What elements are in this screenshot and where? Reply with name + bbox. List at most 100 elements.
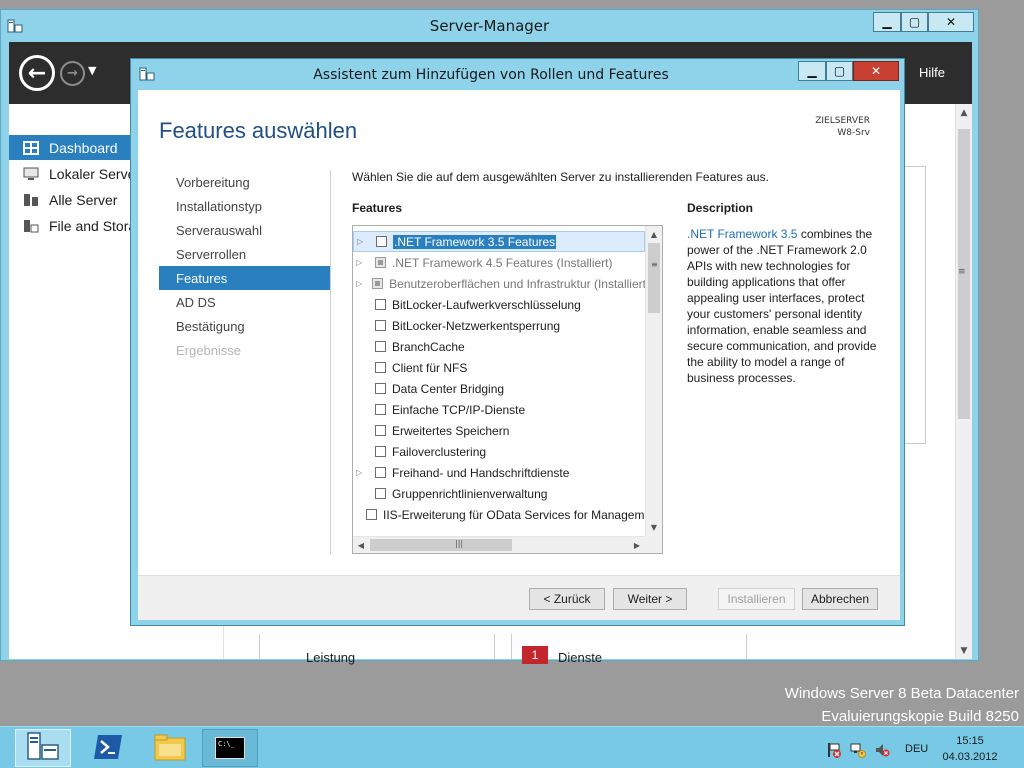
minimize-icon: ▁ <box>807 64 817 78</box>
sidebar-item-label: Dashboard <box>49 139 118 156</box>
input-language-indicator[interactable]: DEU <box>905 743 928 755</box>
clock-date[interactable]: 04.03.2012 <box>942 751 998 763</box>
sidebar-item-label: Alle Server <box>49 191 118 208</box>
action-center-flag-icon[interactable] <box>826 742 842 758</box>
maximize-button[interactable]: ▢ <box>901 12 928 32</box>
feature-list-item[interactable]: ▷ .NET Framework 3.5 Features <box>353 231 645 252</box>
feature-list-item[interactable]: Einfache TCP/IP-Dienste <box>353 399 645 420</box>
clock-time[interactable]: 15:15 <box>950 735 990 747</box>
performance-tile[interactable]: Leistung <box>259 634 495 665</box>
feature-checkbox[interactable] <box>375 488 386 499</box>
features-heading: Features <box>352 201 403 215</box>
feature-checkbox[interactable] <box>375 467 386 478</box>
feature-list-item[interactable]: Failoverclustering <box>353 441 645 462</box>
feature-list-item[interactable]: BitLocker-Laufwerkverschlüsselung <box>353 294 645 315</box>
close-button[interactable]: ✕ <box>928 12 974 32</box>
feature-label: IIS-Erweiterung für OData Services for M… <box>383 507 645 522</box>
taskbar: C:\_ DEU 15:15 04.03.2012 <box>0 726 1024 768</box>
feature-checkbox[interactable] <box>375 446 386 457</box>
scroll-right-arrow-icon[interactable]: ▶ <box>629 537 645 553</box>
wizard-step-features[interactable]: Features <box>159 266 330 290</box>
feature-label: Erweitertes Speichern <box>392 423 510 438</box>
wizard-step-vorbereitung[interactable]: Vorbereitung <box>159 170 330 194</box>
horizontal-scrollbar[interactable]: ◀ ||| ▶ <box>353 536 645 553</box>
taskbar-powershell[interactable] <box>80 729 136 767</box>
wizard-step-serverauswahl[interactable]: Serverauswahl <box>159 218 330 242</box>
wizard-step-bestaetigung[interactable]: Bestätigung <box>159 314 330 338</box>
taskbar-server-manager[interactable] <box>15 729 71 767</box>
expand-arrow-icon[interactable]: ▷ <box>356 279 362 288</box>
feature-checkbox[interactable] <box>366 509 377 520</box>
forward-button[interactable]: → <box>60 61 85 86</box>
minimize-button[interactable]: ▁ <box>798 61 826 81</box>
arrow-right-icon: → <box>67 66 78 81</box>
feature-list-item[interactable]: Data Center Bridging <box>353 378 645 399</box>
server-manager-titlebar[interactable]: Server-Manager ▁ ▢ ✕ <box>1 10 978 42</box>
vertical-scrollbar[interactable]: ▲ ≡ ▼ <box>955 104 972 659</box>
tile-label: Leistung <box>306 650 356 665</box>
close-button[interactable]: ✕ <box>853 61 899 81</box>
taskbar-file-explorer[interactable] <box>142 729 198 767</box>
feature-checkbox[interactable] <box>375 341 386 352</box>
back-button[interactable]: ← <box>19 55 55 91</box>
history-dropdown-button[interactable]: ▼ <box>88 64 96 77</box>
close-icon: ✕ <box>870 64 882 78</box>
feature-checkbox[interactable] <box>375 383 386 394</box>
maximize-icon: ▢ <box>908 15 921 29</box>
maximize-button[interactable]: ▢ <box>826 61 853 81</box>
volume-muted-icon[interactable] <box>874 742 890 758</box>
feature-label: BitLocker-Netzwerkentsperrung <box>392 318 561 333</box>
local-server-icon <box>23 167 39 181</box>
scroll-up-arrow-icon[interactable]: ▲ <box>956 104 972 121</box>
wizard-content: Features auswählen ZIELSERVER W8-Srv Vor… <box>138 90 900 620</box>
storage-icon <box>23 219 39 233</box>
feature-list-item[interactable]: Erweitertes Speichern <box>353 420 645 441</box>
minimize-button[interactable]: ▁ <box>873 12 901 32</box>
scrollbar-thumb[interactable]: ≡ <box>648 243 660 313</box>
services-tile[interactable]: 1 Dienste <box>511 634 747 665</box>
taskbar-command-prompt[interactable]: C:\_ <box>202 729 258 767</box>
feature-list-item[interactable]: Gruppenrichtlinienverwaltung <box>353 483 645 504</box>
description-heading: Description <box>687 201 754 215</box>
wizard-step-installationstyp[interactable]: Installationstyp <box>159 194 330 218</box>
next-button[interactable]: Weiter > <box>613 588 687 610</box>
network-icon[interactable] <box>850 742 866 758</box>
description-body: combines the power of the .NET Framework… <box>687 227 877 385</box>
feature-list-item[interactable]: IIS-Erweiterung für OData Services for M… <box>353 504 645 525</box>
scroll-down-arrow-icon[interactable]: ▼ <box>646 519 662 536</box>
feature-label: .NET Framework 4.5 Features (Installiert… <box>392 255 613 270</box>
sidebar-item-label: Lokaler Server <box>49 165 141 182</box>
feature-list-item[interactable]: ▷ .NET Framework 4.5 Features (Installier… <box>353 252 645 273</box>
help-menu[interactable]: Hilfe <box>919 65 945 80</box>
cancel-button[interactable]: Abbrechen <box>802 588 878 610</box>
back-button[interactable]: < Zurück <box>529 588 605 610</box>
close-icon: ✕ <box>945 15 957 29</box>
scrollbar-thumb[interactable]: ||| <box>370 539 512 551</box>
feature-checkbox[interactable] <box>376 236 387 247</box>
feature-list-item[interactable]: BitLocker-Netzwerkentsperrung <box>353 315 645 336</box>
scroll-up-arrow-icon[interactable]: ▲ <box>646 226 662 243</box>
scroll-down-arrow-icon[interactable]: ▼ <box>956 642 972 659</box>
feature-checkbox[interactable] <box>375 320 386 331</box>
feature-list-item[interactable]: ▷ Freihand- und Handschriftdienste <box>353 462 645 483</box>
scroll-left-arrow-icon[interactable]: ◀ <box>353 537 369 553</box>
wizard-step-serverrollen[interactable]: Serverrollen <box>159 242 330 266</box>
file-explorer-icon <box>153 732 187 765</box>
feature-tree-list[interactable]: ▷ .NET Framework 3.5 Features ▷ .NET Framew… <box>352 225 663 554</box>
feature-checkbox[interactable] <box>375 425 386 436</box>
feature-list-item[interactable]: BranchCache <box>353 336 645 357</box>
feature-list-item[interactable]: ▷ Benutzeroberflächen und Infrastruktur (… <box>353 273 645 294</box>
wizard-step-ad-ds[interactable]: AD DS <box>159 290 330 314</box>
desktop-watermark-build: Evaluierungskopie Build 8250 <box>821 708 1019 725</box>
feature-label: Benutzeroberflächen und Infrastruktur (I… <box>389 276 645 291</box>
expand-arrow-icon[interactable]: ▷ <box>356 258 365 267</box>
expand-arrow-icon[interactable]: ▷ <box>356 468 365 477</box>
expand-arrow-icon[interactable]: ▷ <box>357 237 366 246</box>
feature-checkbox[interactable] <box>375 362 386 373</box>
feature-checkbox[interactable] <box>375 299 386 310</box>
vertical-scrollbar[interactable]: ▲ ≡ ▼ <box>645 226 662 536</box>
desktop-watermark-edition: Windows Server 8 Beta Datacenter <box>784 685 1019 702</box>
feature-list-item[interactable]: Client für NFS <box>353 357 645 378</box>
feature-checkbox[interactable] <box>375 404 386 415</box>
description-link[interactable]: .NET Framework 3.5 <box>687 227 797 241</box>
